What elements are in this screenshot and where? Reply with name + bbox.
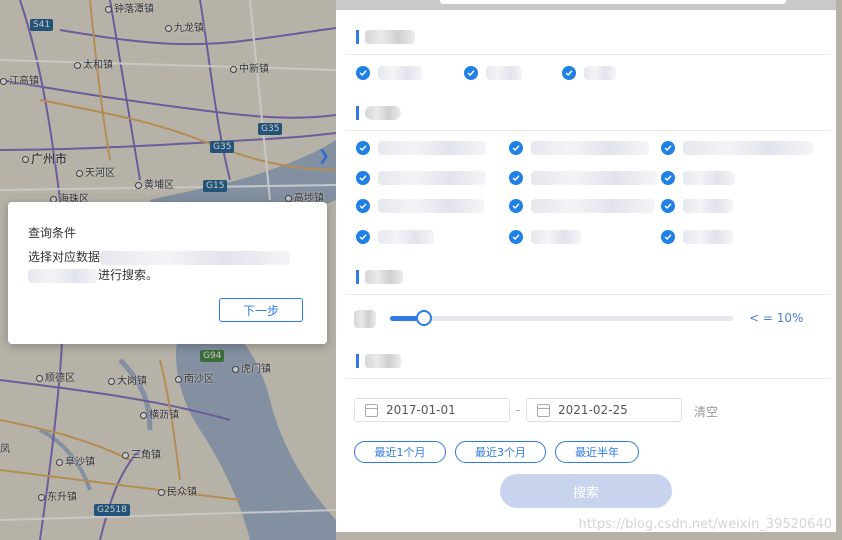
check-circle-icon[interactable]	[661, 141, 675, 155]
section-accent-bar	[356, 106, 359, 120]
check-circle-icon[interactable]	[356, 66, 370, 80]
check-circle-icon[interactable]	[356, 171, 370, 185]
end-date-value: 2021-02-25	[558, 403, 628, 417]
divider	[346, 294, 830, 295]
redacted-text	[28, 268, 98, 283]
panel-top-bar	[440, 0, 786, 4]
redacted-title	[365, 354, 401, 368]
redacted-label	[683, 141, 813, 155]
section-accent-bar	[356, 354, 359, 368]
slider-value: < = 10%	[749, 311, 804, 325]
checkbox-option[interactable]	[661, 171, 735, 185]
redacted-label	[683, 171, 735, 185]
last-3-months-button[interactable]: 最近3个月	[455, 441, 546, 463]
checkbox-option[interactable]	[661, 141, 813, 155]
next-step-button[interactable]: 下一步	[219, 298, 303, 322]
redacted-label	[584, 66, 616, 80]
redacted-label	[683, 230, 733, 244]
check-circle-icon[interactable]	[509, 230, 523, 244]
redacted-label	[531, 171, 657, 185]
checkbox-option[interactable]	[661, 199, 733, 213]
check-circle-icon[interactable]	[509, 171, 523, 185]
redacted-label	[378, 230, 434, 244]
checkbox-option[interactable]	[661, 230, 733, 244]
checkbox-option[interactable]	[509, 141, 649, 155]
check-circle-icon[interactable]	[509, 199, 523, 213]
guide-popup: 查询条件 选择对应数据 进行搜索。 下一步	[8, 202, 327, 344]
slider-thumb[interactable]	[416, 310, 433, 326]
redacted-label	[378, 199, 484, 213]
checkbox-option[interactable]	[356, 199, 484, 213]
section-title	[356, 270, 403, 284]
clear-dates-link[interactable]: 清空	[694, 403, 718, 420]
check-circle-icon[interactable]	[464, 66, 478, 80]
ratio-slider[interactable]: < = 10%	[354, 310, 834, 328]
section-accent-bar	[356, 30, 359, 44]
last-1-month-button[interactable]: 最近1个月	[354, 441, 446, 463]
check-circle-icon[interactable]	[562, 66, 576, 80]
checkbox-option[interactable]	[356, 230, 434, 244]
start-date-value: 2017-01-01	[386, 403, 456, 417]
slider-track[interactable]	[390, 316, 733, 321]
watermark: https://blog.csdn.net/weixin_39520640	[578, 517, 832, 532]
divider	[346, 130, 830, 131]
redacted-label	[378, 141, 486, 155]
checkbox-option[interactable]	[509, 230, 581, 244]
panel-top-strip	[336, 0, 836, 10]
redacted-label	[486, 66, 522, 80]
divider	[346, 378, 830, 379]
redacted-label	[378, 171, 486, 185]
section-title	[356, 30, 415, 44]
popup-title: 查询条件	[28, 226, 77, 240]
check-circle-icon[interactable]	[661, 199, 675, 213]
redacted-label	[683, 199, 733, 213]
redacted-title	[365, 106, 401, 120]
popup-body-suffix: 进行搜索。	[98, 268, 159, 282]
popup-body-prefix: 选择对应数据	[28, 250, 101, 264]
redacted-text	[100, 250, 291, 265]
check-circle-icon[interactable]	[661, 230, 675, 244]
checkbox-option[interactable]	[356, 141, 486, 155]
last-half-year-button[interactable]: 最近半年	[555, 441, 639, 463]
popup-body: 选择对应数据 进行搜索。	[28, 248, 313, 284]
divider	[346, 54, 830, 55]
calendar-icon	[365, 403, 378, 417]
checkbox-option[interactable]	[509, 199, 655, 213]
start-date-input[interactable]: 2017-01-01	[354, 398, 510, 422]
chevron-right-icon[interactable]: ❯	[318, 148, 330, 164]
redacted-label	[354, 310, 376, 328]
section-accent-bar	[356, 270, 359, 284]
redacted-label	[531, 230, 581, 244]
redacted-title	[365, 30, 415, 44]
check-circle-icon[interactable]	[356, 141, 370, 155]
query-panel: < = 10% 2017-01-01 - 2021-02-25 清空 最近1个月…	[336, 10, 836, 532]
check-circle-icon[interactable]	[509, 141, 523, 155]
search-button[interactable]: 搜索	[500, 474, 672, 508]
section-title	[356, 106, 401, 120]
calendar-icon	[537, 403, 550, 417]
check-circle-icon[interactable]	[356, 199, 370, 213]
checkbox-option[interactable]	[509, 171, 657, 185]
redacted-label	[378, 66, 422, 80]
redacted-title	[365, 270, 403, 284]
checkbox-option[interactable]	[356, 66, 422, 80]
check-circle-icon[interactable]	[661, 171, 675, 185]
redacted-label	[531, 141, 649, 155]
checkbox-option[interactable]	[562, 66, 616, 80]
checkbox-option[interactable]	[356, 171, 486, 185]
check-circle-icon[interactable]	[356, 230, 370, 244]
checkbox-option[interactable]	[464, 66, 522, 80]
end-date-input[interactable]: 2021-02-25	[526, 398, 682, 422]
section-title	[356, 354, 401, 368]
redacted-label	[531, 199, 655, 213]
date-range-separator: -	[516, 403, 521, 417]
